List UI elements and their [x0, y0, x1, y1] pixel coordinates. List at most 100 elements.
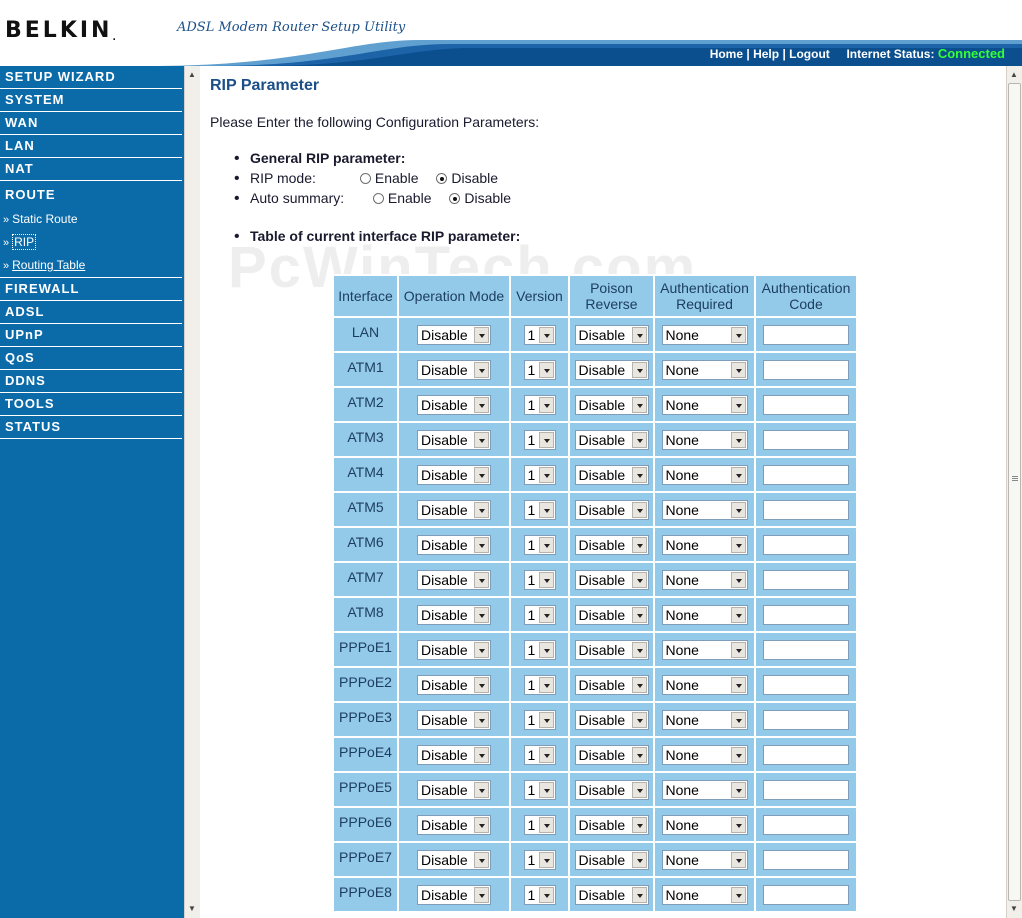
sidebar-subitem-rip[interactable]: » RIP	[0, 231, 184, 254]
operation-mode-select[interactable]: Disable	[417, 604, 491, 625]
sidebar-item-upnp[interactable]: UPnP	[0, 324, 182, 347]
auto-summary-disable-radio[interactable]: Disable	[449, 190, 511, 206]
auth-code-input[interactable]	[763, 884, 849, 905]
version-select[interactable]: 1	[523, 324, 556, 345]
operation-mode-select[interactable]: Disable	[417, 884, 491, 905]
content-scrollbar[interactable]: ▲ ▼	[1006, 66, 1022, 918]
poison-reverse-select[interactable]: Disable	[574, 604, 649, 625]
version-select[interactable]: 1	[523, 709, 556, 730]
poison-reverse-select[interactable]: Disable	[574, 744, 649, 765]
operation-mode-select[interactable]: Disable	[417, 849, 491, 870]
poison-reverse-select[interactable]: Disable	[574, 429, 649, 450]
poison-reverse-select[interactable]: Disable	[574, 359, 649, 380]
scroll-up-icon[interactable]: ▲	[1010, 70, 1018, 79]
poison-reverse-select[interactable]: Disable	[574, 639, 649, 660]
logout-link[interactable]: Logout	[789, 47, 830, 61]
auth-code-input[interactable]	[763, 744, 849, 765]
auth-required-select[interactable]: None	[661, 464, 748, 485]
operation-mode-select[interactable]: Disable	[417, 709, 491, 730]
auth-code-input[interactable]	[763, 324, 849, 345]
sidebar-item-nat[interactable]: NAT	[0, 158, 182, 181]
poison-reverse-select[interactable]: Disable	[574, 464, 649, 485]
auth-code-input[interactable]	[763, 534, 849, 555]
poison-reverse-select[interactable]: Disable	[574, 884, 649, 905]
auth-required-select[interactable]: None	[661, 569, 748, 590]
poison-reverse-select[interactable]: Disable	[574, 849, 649, 870]
auth-required-select[interactable]: None	[661, 604, 748, 625]
auth-code-input[interactable]	[763, 674, 849, 695]
sidebar-scrollbar[interactable]: ▲ ▼	[184, 66, 200, 918]
version-select[interactable]: 1	[523, 604, 556, 625]
help-link[interactable]: Help	[753, 47, 779, 61]
poison-reverse-select[interactable]: Disable	[574, 569, 649, 590]
poison-reverse-select[interactable]: Disable	[574, 814, 649, 835]
scroll-down-icon[interactable]: ▼	[188, 904, 196, 913]
auth-required-select[interactable]: None	[661, 884, 748, 905]
operation-mode-select[interactable]: Disable	[417, 569, 491, 590]
auto-summary-enable-radio[interactable]: Enable	[372, 190, 431, 206]
auth-required-select[interactable]: None	[661, 639, 748, 660]
auth-required-select[interactable]: None	[661, 429, 748, 450]
auth-code-input[interactable]	[763, 814, 849, 835]
scroll-up-icon[interactable]: ▲	[188, 70, 196, 79]
version-select[interactable]: 1	[523, 359, 556, 380]
auth-code-input[interactable]	[763, 779, 849, 800]
home-link[interactable]: Home	[710, 47, 743, 61]
auth-required-select[interactable]: None	[661, 814, 748, 835]
auth-code-input[interactable]	[763, 569, 849, 590]
auth-required-select[interactable]: None	[661, 324, 748, 345]
poison-reverse-select[interactable]: Disable	[574, 534, 649, 555]
auth-code-input[interactable]	[763, 849, 849, 870]
scroll-thumb[interactable]	[1008, 83, 1021, 901]
sidebar-item-adsl[interactable]: ADSL	[0, 301, 182, 324]
poison-reverse-select[interactable]: Disable	[574, 324, 649, 345]
operation-mode-select[interactable]: Disable	[417, 639, 491, 660]
operation-mode-select[interactable]: Disable	[417, 394, 491, 415]
auth-required-select[interactable]: None	[661, 394, 748, 415]
auth-code-input[interactable]	[763, 709, 849, 730]
poison-reverse-select[interactable]: Disable	[574, 394, 649, 415]
sidebar-item-lan[interactable]: LAN	[0, 135, 182, 158]
poison-reverse-select[interactable]: Disable	[574, 709, 649, 730]
operation-mode-select[interactable]: Disable	[417, 429, 491, 450]
operation-mode-select[interactable]: Disable	[417, 359, 491, 380]
version-select[interactable]: 1	[523, 499, 556, 520]
sidebar-item-firewall[interactable]: FIREWALL	[0, 278, 182, 301]
version-select[interactable]: 1	[523, 569, 556, 590]
operation-mode-select[interactable]: Disable	[417, 814, 491, 835]
version-select[interactable]: 1	[523, 534, 556, 555]
version-select[interactable]: 1	[523, 849, 556, 870]
version-select[interactable]: 1	[523, 394, 556, 415]
auth-code-input[interactable]	[763, 394, 849, 415]
version-select[interactable]: 1	[523, 429, 556, 450]
operation-mode-select[interactable]: Disable	[417, 324, 491, 345]
auth-code-input[interactable]	[763, 359, 849, 380]
sidebar-item-tools[interactable]: TOOLS	[0, 393, 182, 416]
sidebar-item-system[interactable]: SYSTEM	[0, 89, 182, 112]
rip-mode-disable-radio[interactable]: Disable	[436, 170, 498, 186]
auth-code-input[interactable]	[763, 639, 849, 660]
version-select[interactable]: 1	[523, 884, 556, 905]
operation-mode-select[interactable]: Disable	[417, 464, 491, 485]
auth-code-input[interactable]	[763, 464, 849, 485]
rip-mode-enable-radio[interactable]: Enable	[359, 170, 418, 186]
auth-required-select[interactable]: None	[661, 499, 748, 520]
operation-mode-select[interactable]: Disable	[417, 534, 491, 555]
auth-code-input[interactable]	[763, 429, 849, 450]
sidebar-item-ddns[interactable]: DDNS	[0, 370, 182, 393]
auth-code-input[interactable]	[763, 604, 849, 625]
poison-reverse-select[interactable]: Disable	[574, 779, 649, 800]
operation-mode-select[interactable]: Disable	[417, 779, 491, 800]
sidebar-item-wan[interactable]: WAN	[0, 112, 182, 135]
auth-code-input[interactable]	[763, 499, 849, 520]
operation-mode-select[interactable]: Disable	[417, 499, 491, 520]
sidebar-item-status[interactable]: STATUS	[0, 416, 182, 439]
operation-mode-select[interactable]: Disable	[417, 744, 491, 765]
auth-required-select[interactable]: None	[661, 779, 748, 800]
auth-required-select[interactable]: None	[661, 674, 748, 695]
poison-reverse-select[interactable]: Disable	[574, 674, 649, 695]
poison-reverse-select[interactable]: Disable	[574, 499, 649, 520]
sidebar-item-setup-wizard[interactable]: SETUP WIZARD	[0, 66, 182, 89]
auth-required-select[interactable]: None	[661, 744, 748, 765]
scroll-down-icon[interactable]: ▼	[1010, 904, 1018, 913]
